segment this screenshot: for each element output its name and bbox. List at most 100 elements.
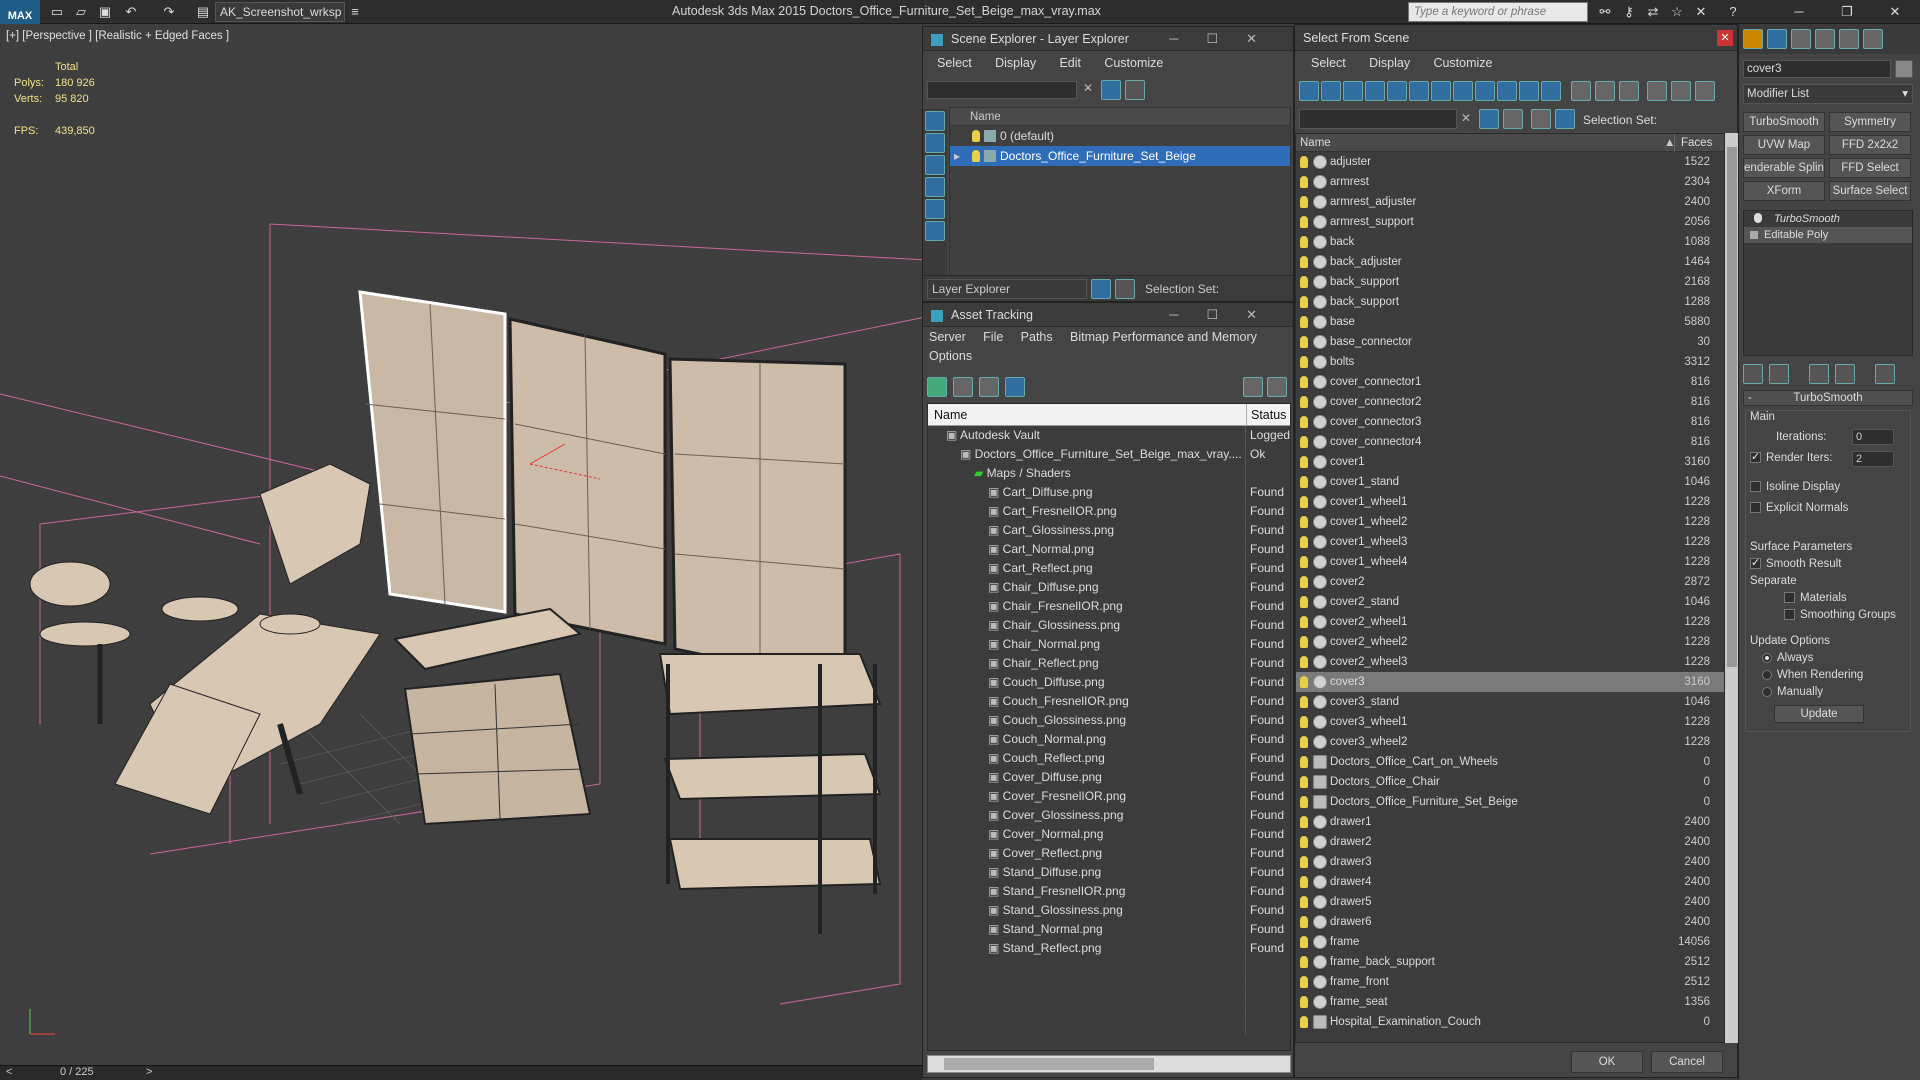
asset-row[interactable]: ▣ Stand_Normal.png Found <box>928 920 1290 939</box>
modifier-button[interactable]: Symmetry <box>1829 112 1911 132</box>
quick-access-menu-icon[interactable]: ≡ <box>346 3 364 21</box>
visibility-bulb-icon[interactable] <box>1300 496 1308 508</box>
object-row[interactable]: cover2_wheel3 1228 <box>1296 652 1724 672</box>
list-view-icon[interactable] <box>953 377 973 397</box>
asset-row[interactable]: ▣ Couch_Reflect.png Found <box>928 749 1290 768</box>
when-rendering-radio[interactable] <box>1762 669 1772 680</box>
asset-row[interactable]: ▣ Cart_Diffuse.png Found <box>928 483 1290 502</box>
always-row[interactable]: Always <box>1762 652 1813 664</box>
visibility-bulb-icon[interactable] <box>1300 636 1308 648</box>
object-row[interactable]: cover1_wheel4 1228 <box>1296 552 1724 572</box>
layer-row-default[interactable]: 0 (default) <box>950 126 1290 146</box>
visibility-bulb-icon[interactable] <box>1300 196 1308 208</box>
modifier-bulb-icon[interactable] <box>1754 213 1762 223</box>
visibility-bulb-icon[interactable] <box>1300 616 1308 628</box>
window-controls[interactable]: ─☐✕ <box>1169 27 1285 51</box>
modifier-button[interactable]: FFD 2x2x2 <box>1829 135 1911 155</box>
object-row[interactable]: cover_connector4 816 <box>1296 432 1724 452</box>
close-icon[interactable]: ✕ <box>1717 30 1733 46</box>
object-row[interactable]: frame 14056 <box>1296 932 1724 952</box>
stack-item-editable-poly[interactable]: Editable Poly <box>1744 227 1912 243</box>
star-icon[interactable]: ☆ <box>1668 3 1686 21</box>
redo-icon[interactable]: ↷ <box>160 3 178 21</box>
materials-row[interactable]: Materials <box>1784 592 1847 604</box>
window-close-icon[interactable]: ✕ <box>1886 3 1904 21</box>
visibility-bulb-icon[interactable] <box>1300 776 1308 788</box>
asset-row[interactable]: ▣ Couch_Normal.png Found <box>928 730 1290 749</box>
smooth-result-checkbox[interactable] <box>1750 556 1761 570</box>
object-row[interactable]: cover_connector1 816 <box>1296 372 1724 392</box>
object-row[interactable]: Doctors_Office_Furniture_Set_Beige 0 <box>1296 792 1724 812</box>
filter-containers-icon[interactable] <box>1497 81 1517 101</box>
layer-icon[interactable] <box>1531 109 1551 129</box>
when-rendering-row[interactable]: When Rendering <box>1762 669 1863 681</box>
restore-icon[interactable]: ❐ <box>1838 3 1856 21</box>
explorer-type-dropdown[interactable]: Layer Explorer <box>927 279 1087 299</box>
workspace-dropdown[interactable]: AK_Screenshot_wrksp <box>215 2 345 22</box>
render-iters-row[interactable]: Render Iters: <box>1750 450 1832 464</box>
isoline-checkbox[interactable] <box>1750 481 1761 493</box>
object-row[interactable]: cover2_stand 1046 <box>1296 592 1724 612</box>
motion-tab-icon[interactable] <box>1815 29 1835 49</box>
exchange-icon[interactable]: ⇄ <box>1644 3 1662 21</box>
undo-icon[interactable]: ↶ <box>122 3 140 21</box>
time-slider[interactable]: < 0 / 225 > <box>0 1065 922 1080</box>
modifier-button[interactable]: XForm <box>1743 181 1825 201</box>
modifier-button[interactable]: FFD Select <box>1829 158 1911 178</box>
render-iters-checkbox[interactable] <box>1750 450 1761 464</box>
asset-row[interactable]: ▣ Cover_Glossiness.png Found <box>928 806 1290 825</box>
filter-xrefs-icon[interactable] <box>1453 81 1473 101</box>
menu-display[interactable]: Display <box>1369 51 1410 75</box>
turbosmooth-rollout-header[interactable]: - TurboSmooth <box>1743 390 1913 406</box>
visibility-bulb-icon[interactable] <box>1300 356 1308 368</box>
visibility-bulb-icon[interactable] <box>1300 896 1308 908</box>
ok-button[interactable]: OK <box>1571 1051 1643 1073</box>
asset-row[interactable]: ▣ Cover_Reflect.png Found <box>928 844 1290 863</box>
asset-row[interactable]: ▣ Chair_Glossiness.png Found <box>928 616 1290 635</box>
configure-sets-icon[interactable] <box>1875 364 1895 384</box>
object-row[interactable]: base_connector 30 <box>1296 332 1724 352</box>
display-lights-icon[interactable] <box>925 177 945 197</box>
visibility-bulb-icon[interactable] <box>1300 996 1308 1008</box>
utilities-tab-icon[interactable] <box>1863 29 1883 49</box>
display-geometry-icon[interactable] <box>925 133 945 153</box>
layer-options-icon[interactable] <box>1125 80 1145 100</box>
object-row[interactable]: frame_back_support 2512 <box>1296 952 1724 972</box>
object-list-scrollbar[interactable] <box>1725 133 1739 1043</box>
object-row[interactable]: drawer5 2400 <box>1296 892 1724 912</box>
object-row[interactable]: Doctors_Office_Cart_on_Wheels 0 <box>1296 752 1724 772</box>
layer-mode-icon[interactable] <box>1091 279 1111 299</box>
asset-row[interactable]: ▣ Stand_FresnelIOR.png Found <box>928 882 1290 901</box>
asset-row[interactable]: ▣ Cover_Normal.png Found <box>928 825 1290 844</box>
object-row[interactable]: bolts 3312 <box>1296 352 1724 372</box>
filter-cameras-icon[interactable] <box>1365 81 1385 101</box>
object-row[interactable]: cover_connector3 816 <box>1296 412 1724 432</box>
object-row[interactable]: Doctors_Office_Chair 0 <box>1296 772 1724 792</box>
help-icon[interactable] <box>1243 377 1263 397</box>
show-end-result-icon[interactable] <box>1769 364 1789 384</box>
create-tab-icon[interactable] <box>1743 29 1763 49</box>
visibility-bulb-icon[interactable] <box>1300 576 1308 588</box>
object-row[interactable]: back_support 1288 <box>1296 292 1724 312</box>
materials-checkbox[interactable] <box>1784 592 1795 604</box>
modify-tab-icon[interactable] <box>1767 29 1787 49</box>
visibility-bulb-icon[interactable] <box>1300 936 1308 948</box>
object-name-field[interactable]: cover3 <box>1743 60 1891 78</box>
object-row[interactable]: cover3 3160 <box>1296 672 1724 692</box>
scene-explorer-titlebar[interactable]: Scene Explorer - Layer Explorer ─☐✕ <box>923 27 1293 51</box>
layer-row-furniture-set[interactable]: ▸ Doctors_Office_Furniture_Set_Beige <box>950 146 1290 166</box>
visibility-bulb-icon[interactable] <box>972 130 980 142</box>
table-view-icon[interactable] <box>1005 377 1025 397</box>
object-row[interactable]: drawer3 2400 <box>1296 852 1724 872</box>
render-iters-spinner[interactable]: 2 <box>1852 451 1894 467</box>
visibility-bulb-icon[interactable] <box>1300 916 1308 928</box>
refresh-icon[interactable] <box>927 377 947 397</box>
asset-row[interactable]: ▣ Cover_FresnelIOR.png Found <box>928 787 1290 806</box>
asset-row[interactable]: ▣ Cart_Normal.png Found <box>928 540 1290 559</box>
asset-row[interactable]: ▣ Chair_Reflect.png Found <box>928 654 1290 673</box>
modifier-button[interactable]: enderable Splin <box>1743 158 1825 178</box>
object-row[interactable]: armrest 2304 <box>1296 172 1724 192</box>
asset-row[interactable]: ▣ Couch_Glossiness.png Found <box>928 711 1290 730</box>
visibility-bulb-icon[interactable] <box>1300 236 1308 248</box>
object-row[interactable]: armrest_adjuster 2400 <box>1296 192 1724 212</box>
